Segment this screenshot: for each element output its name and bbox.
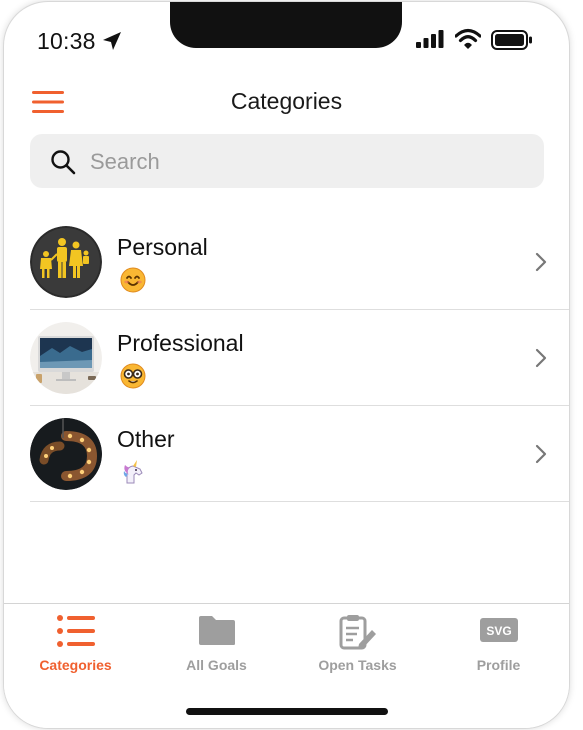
chevron-right-icon <box>535 348 547 368</box>
category-title: Personal <box>117 234 208 260</box>
signal-icon <box>416 30 444 48</box>
category-item-personal[interactable]: Personal <box>30 214 569 310</box>
category-list: Personal Professional Other <box>30 214 569 502</box>
tab-open-tasks[interactable]: Open Tasks <box>287 604 428 684</box>
chevron-right-icon <box>535 444 547 464</box>
wifi-icon <box>455 28 481 49</box>
search-bar[interactable] <box>30 134 544 190</box>
unicorn-icon <box>123 460 143 484</box>
tab-profile[interactable]: SVG Profile <box>428 604 569 684</box>
avatar <box>30 418 102 490</box>
list-icon <box>56 615 95 647</box>
tab-label: Categories <box>39 657 112 673</box>
avatar <box>30 226 102 298</box>
category-item-professional[interactable]: Professional <box>30 310 569 406</box>
chevron-right-icon <box>535 252 547 272</box>
category-item-other[interactable]: Other <box>30 406 569 502</box>
notch <box>170 2 402 48</box>
status-time: 10:38 <box>37 28 96 54</box>
svg-placeholder-text: SVG <box>486 624 511 638</box>
home-indicator <box>186 708 388 715</box>
tab-categories[interactable]: Categories <box>5 604 146 684</box>
tab-label: Open Tasks <box>318 657 397 673</box>
search-icon <box>51 150 76 175</box>
tab-label: Profile <box>476 657 521 673</box>
folder-icon <box>198 616 235 645</box>
nerd-face-icon <box>120 363 146 389</box>
category-title: Other <box>117 426 175 452</box>
phone-frame: 10:38 Categories Search Personal Profess… <box>4 2 569 728</box>
avatar <box>30 322 102 394</box>
smiling-face-icon <box>120 267 146 293</box>
tab-label: All Goals <box>186 657 247 673</box>
tab-all-goals[interactable]: All Goals <box>146 604 287 684</box>
battery-icon <box>491 30 532 50</box>
page-title: Categories <box>230 88 343 114</box>
svg-placeholder-icon: SVG <box>479 618 518 642</box>
search-input[interactable] <box>88 134 532 190</box>
location-arrow-icon <box>103 32 121 50</box>
clipboard-edit-icon <box>339 615 376 650</box>
category-title: Professional <box>117 330 244 356</box>
